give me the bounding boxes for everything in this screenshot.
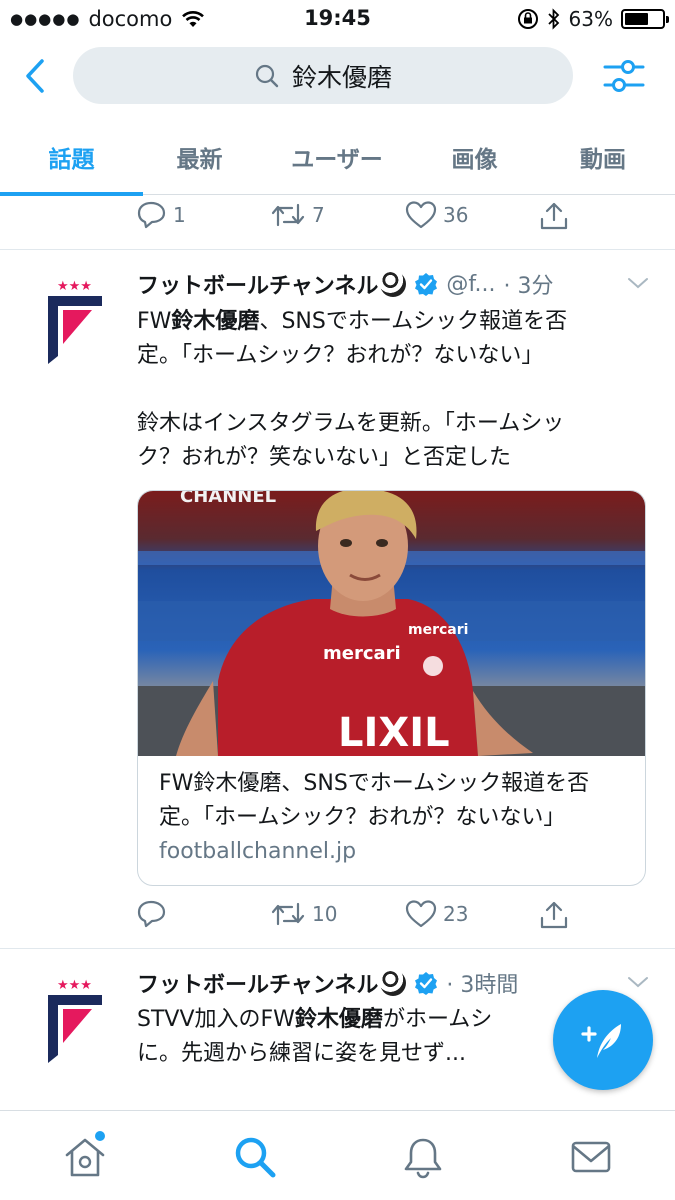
svg-text:mercari: mercari xyxy=(408,622,468,638)
reply-icon xyxy=(137,900,166,928)
battery-percent: 63% xyxy=(568,7,613,31)
tweet-header: フットボールチャンネル · 3時間 xyxy=(137,967,518,999)
battery-fill xyxy=(625,13,648,25)
like-button[interactable]: 23 xyxy=(405,899,468,929)
status-bar: ●●●●● docomo 19:45 63% xyxy=(0,0,675,38)
svg-text:★★★: ★★★ xyxy=(57,279,92,294)
retweet-count: 7 xyxy=(312,203,325,227)
link-card[interactable]: CHANNEL mercari mercari LIXIL FW鈴木優磨、SNS… xyxy=(137,490,646,886)
chevron-down-icon[interactable] xyxy=(626,975,650,989)
retweet-button[interactable]: 10 xyxy=(270,899,337,929)
new-content-dot xyxy=(95,1131,105,1141)
orientation-lock-icon xyxy=(517,9,538,29)
share-button[interactable] xyxy=(538,899,570,931)
card-title: FW鈴木優磨、SNSでホームシック報道を否定。「ホームシック？おれが？ないない」 xyxy=(159,771,590,830)
author-name[interactable]: フットボールチャンネル xyxy=(137,967,378,999)
filter-sliders-icon[interactable] xyxy=(603,56,645,96)
like-count: 36 xyxy=(443,203,469,227)
tweet-text-part: がホームシ xyxy=(382,1007,493,1032)
tweet-text-line: ク？おれが？笑ないない」と否定した xyxy=(137,445,512,470)
search-query-text: 鈴木優磨 xyxy=(291,62,392,92)
reply-count: 1 xyxy=(173,203,186,227)
tweet-divider xyxy=(0,948,675,949)
chevron-down-icon[interactable] xyxy=(626,276,650,290)
heart-icon xyxy=(405,201,437,229)
compose-tweet-button[interactable] xyxy=(553,990,653,1090)
share-button[interactable] xyxy=(538,200,570,232)
card-domain: footballchannel.jp xyxy=(159,839,357,864)
heart-icon xyxy=(405,900,437,928)
tweet-time: · 3時間 xyxy=(446,973,519,998)
author-handle: @f... xyxy=(446,271,496,297)
svg-text:★★★: ★★★ xyxy=(57,978,92,993)
card-image-caption: CHANNEL xyxy=(180,491,276,507)
battery-icon xyxy=(621,9,669,29)
envelope-icon[interactable] xyxy=(569,1135,613,1179)
card-text: FW鈴木優磨、SNSでホームシック報道を否定。「ホームシック？おれが？ないない」… xyxy=(159,767,629,869)
tweet-time: · 3分 xyxy=(503,274,554,299)
svg-text:LIXIL: LIXIL xyxy=(338,710,450,756)
tab-photos[interactable]: 画像 xyxy=(418,118,531,195)
search-icon[interactable] xyxy=(233,1135,277,1179)
soccer-ball-icon xyxy=(380,970,407,996)
retweet-count: 10 xyxy=(312,902,338,926)
share-icon xyxy=(540,202,568,230)
tweet-text-line: に。先週から練習に姿を見せず... xyxy=(137,1041,466,1066)
tweet-text-line: 鈴木はインスタグラムを更新。「ホームシッ xyxy=(137,411,565,436)
share-icon xyxy=(540,901,568,929)
card-image-soccer-player: CHANNEL mercari mercari LIXIL xyxy=(138,491,645,756)
verified-badge-icon xyxy=(415,273,438,296)
tweet-text-part: STVV加入のFW xyxy=(137,1007,295,1032)
svg-text:mercari: mercari xyxy=(323,643,401,664)
tweet-text-part: FW xyxy=(137,309,172,334)
tab-top[interactable]: 話題 xyxy=(0,118,143,196)
reply-icon xyxy=(137,201,166,229)
search-highlight: 鈴木優磨 xyxy=(294,1007,383,1032)
tweet-text: FW鈴木優磨、SNSでホームシック報道を否 定。「ホームシック？おれが？ないない… xyxy=(137,305,657,475)
bell-icon[interactable] xyxy=(401,1135,445,1179)
back-chevron-icon[interactable] xyxy=(20,56,50,96)
avatar[interactable]: ★★★ xyxy=(45,276,105,366)
tweet-text-line: 定。「ホームシック？おれが？ないない」 xyxy=(137,343,544,368)
tab-people[interactable]: ユーザー xyxy=(256,118,418,195)
retweet-icon xyxy=(271,203,305,227)
soccer-ball-icon xyxy=(380,271,407,297)
like-count: 23 xyxy=(443,902,469,926)
search-input[interactable]: 鈴木優磨 xyxy=(73,47,573,104)
retweet-icon xyxy=(271,902,305,926)
tweet-header: フットボールチャンネル @f... · 3分 xyxy=(137,268,553,300)
tab-videos[interactable]: 動画 xyxy=(531,118,675,195)
tweet-divider xyxy=(0,249,675,250)
author-name[interactable]: フットボールチャンネル xyxy=(137,268,378,300)
bluetooth-icon xyxy=(547,8,559,30)
reply-button[interactable]: 1 xyxy=(137,200,186,230)
system-indicators: 63% xyxy=(517,7,669,31)
search-highlight: 鈴木優磨 xyxy=(171,309,260,334)
verified-badge-icon xyxy=(415,972,438,995)
retweet-button[interactable]: 7 xyxy=(270,200,325,230)
search-icon xyxy=(255,64,279,87)
like-button[interactable]: 36 xyxy=(405,200,468,230)
tweet-text-part: 、SNSでホームシック報道を否 xyxy=(259,309,568,334)
avatar[interactable]: ★★★ xyxy=(45,975,105,1065)
reply-button[interactable] xyxy=(137,899,173,929)
compose-feather-icon xyxy=(581,1024,621,1058)
search-tabs: 話題 最新 ユーザー 画像 動画 xyxy=(0,118,675,196)
bottom-nav xyxy=(0,1110,675,1200)
tweet-text: STVV加入のFW鈴木優磨がホームシ に。先週から練習に姿を見せず... xyxy=(137,1003,567,1071)
home-icon[interactable] xyxy=(63,1135,107,1179)
search-header: 鈴木優磨 xyxy=(0,38,675,118)
tab-latest[interactable]: 最新 xyxy=(143,118,256,195)
